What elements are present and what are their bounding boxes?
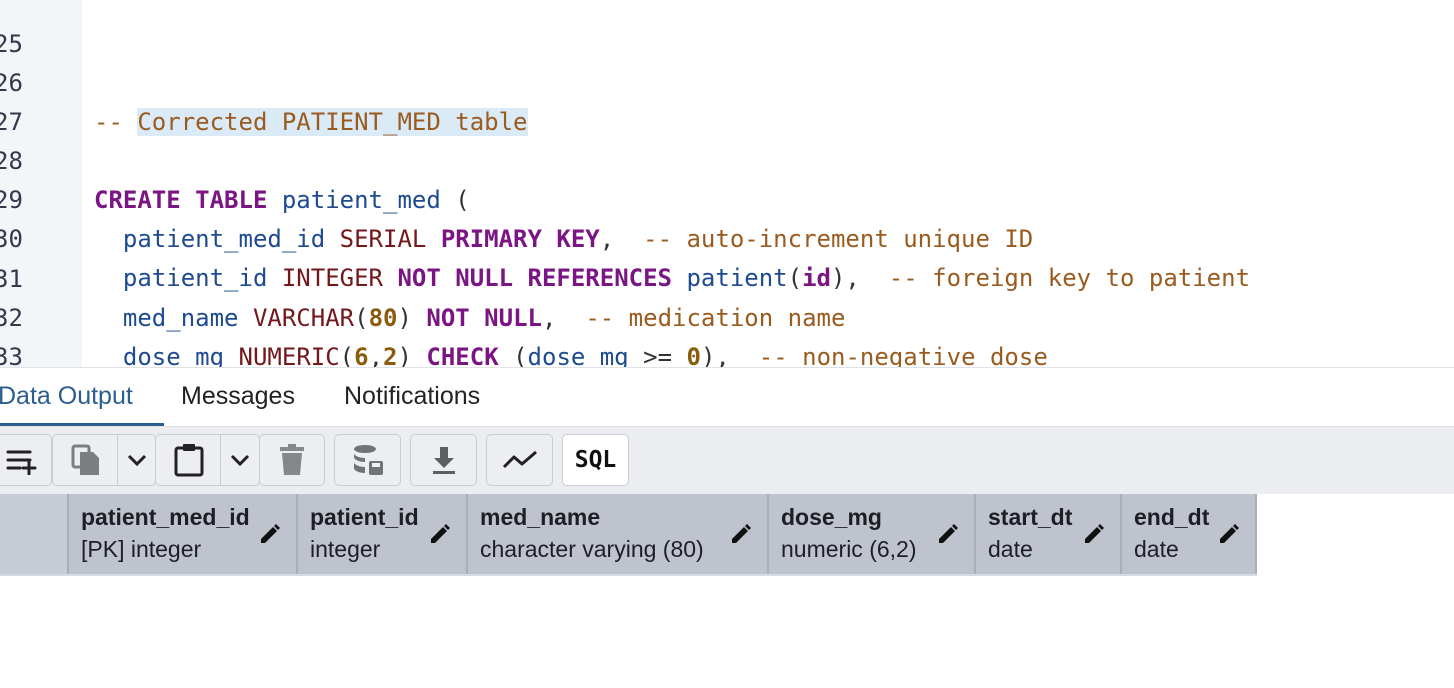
column-type: integer bbox=[310, 536, 381, 562]
edit-pencil-icon[interactable] bbox=[1082, 522, 1106, 546]
column-header[interactable]: patient_med_id [PK] integer bbox=[69, 494, 298, 574]
column-name: patient_med_id bbox=[81, 504, 250, 530]
column-type: numeric (6,2) bbox=[781, 536, 917, 562]
code-line: 25 bbox=[0, 0, 1454, 58]
column-header[interactable]: dose_mg numeric (6,2) bbox=[769, 494, 976, 574]
column-name: med_name bbox=[480, 504, 601, 530]
row-header-corner[interactable] bbox=[0, 494, 69, 574]
code-line: 31 med_name VARCHAR(80) NOT NULL, -- med… bbox=[0, 221, 1454, 332]
column-type: character varying (80) bbox=[480, 536, 704, 562]
edit-pencil-icon[interactable] bbox=[936, 522, 960, 546]
delete-icon bbox=[280, 444, 304, 475]
edit-pencil-icon[interactable] bbox=[1217, 522, 1241, 546]
result-tabs: Data Output Messages Notifications bbox=[0, 367, 1454, 427]
column-name: patient_id bbox=[310, 504, 419, 530]
paste-button[interactable] bbox=[155, 434, 221, 486]
code-line: 32 dose_mg NUMERIC(6,2) CHECK (dose_mg >… bbox=[0, 260, 1454, 367]
column-header[interactable]: end_dt date bbox=[1122, 494, 1257, 574]
code-line: 33 start_dt DATE, bbox=[0, 299, 1454, 367]
download-icon bbox=[432, 447, 455, 474]
sql-editor[interactable]: 25 26 -- Corrected PATIENT_MED table 27 … bbox=[0, 0, 1454, 367]
graph-icon bbox=[502, 450, 537, 469]
grid-divider bbox=[0, 574, 1257, 576]
code-line: 29 patient_med_id SERIAL PRIMARY KEY, --… bbox=[0, 142, 1454, 253]
download-button[interactable] bbox=[410, 434, 477, 486]
column-header[interactable]: patient_id integer bbox=[298, 494, 468, 574]
code-line: 28 CREATE TABLE patient_med ( bbox=[0, 103, 1454, 214]
edit-pencil-icon[interactable] bbox=[428, 522, 452, 546]
data-output-toolbar: SQL bbox=[0, 427, 1454, 494]
add-row-button[interactable] bbox=[0, 434, 52, 486]
column-name: start_dt bbox=[988, 504, 1073, 530]
edit-pencil-icon[interactable] bbox=[258, 522, 282, 546]
copy-icon bbox=[71, 444, 99, 475]
add-row-icon bbox=[6, 450, 37, 475]
column-type: [PK] integer bbox=[81, 536, 202, 562]
delete-row-button[interactable] bbox=[259, 434, 325, 486]
code-line: 26 -- Corrected PATIENT_MED table bbox=[0, 25, 1454, 136]
tab-notifications[interactable]: Notifications bbox=[344, 368, 480, 426]
edit-pencil-icon[interactable] bbox=[729, 522, 753, 546]
save-data-button[interactable] bbox=[334, 434, 401, 486]
sql-icon: SQL bbox=[574, 447, 617, 473]
copy-button[interactable] bbox=[52, 434, 118, 486]
code-line: 34 end_dt DATE, bbox=[0, 338, 1454, 367]
graph-visualiser-button[interactable] bbox=[486, 434, 553, 486]
chevron-down-icon bbox=[230, 454, 250, 467]
column-type: date bbox=[1134, 536, 1179, 562]
copy-options-button[interactable] bbox=[117, 434, 156, 486]
code-line: 30 patient_id INTEGER NOT NULL REFERENCE… bbox=[0, 181, 1454, 292]
tab-messages[interactable]: Messages bbox=[181, 368, 295, 426]
sql-button[interactable]: SQL bbox=[562, 434, 629, 486]
code-line: 27 bbox=[0, 64, 1454, 136]
column-name: end_dt bbox=[1134, 504, 1210, 530]
column-header[interactable]: med_name character varying (80) bbox=[468, 494, 769, 574]
column-header[interactable]: start_dt date bbox=[976, 494, 1122, 574]
tab-data-output[interactable]: Data Output bbox=[0, 368, 164, 426]
column-name: dose_mg bbox=[781, 504, 882, 530]
paste-icon bbox=[174, 444, 203, 477]
paste-options-button[interactable] bbox=[220, 434, 260, 486]
column-type: date bbox=[988, 536, 1033, 562]
save-data-icon bbox=[353, 445, 383, 475]
chevron-down-icon bbox=[127, 454, 146, 467]
